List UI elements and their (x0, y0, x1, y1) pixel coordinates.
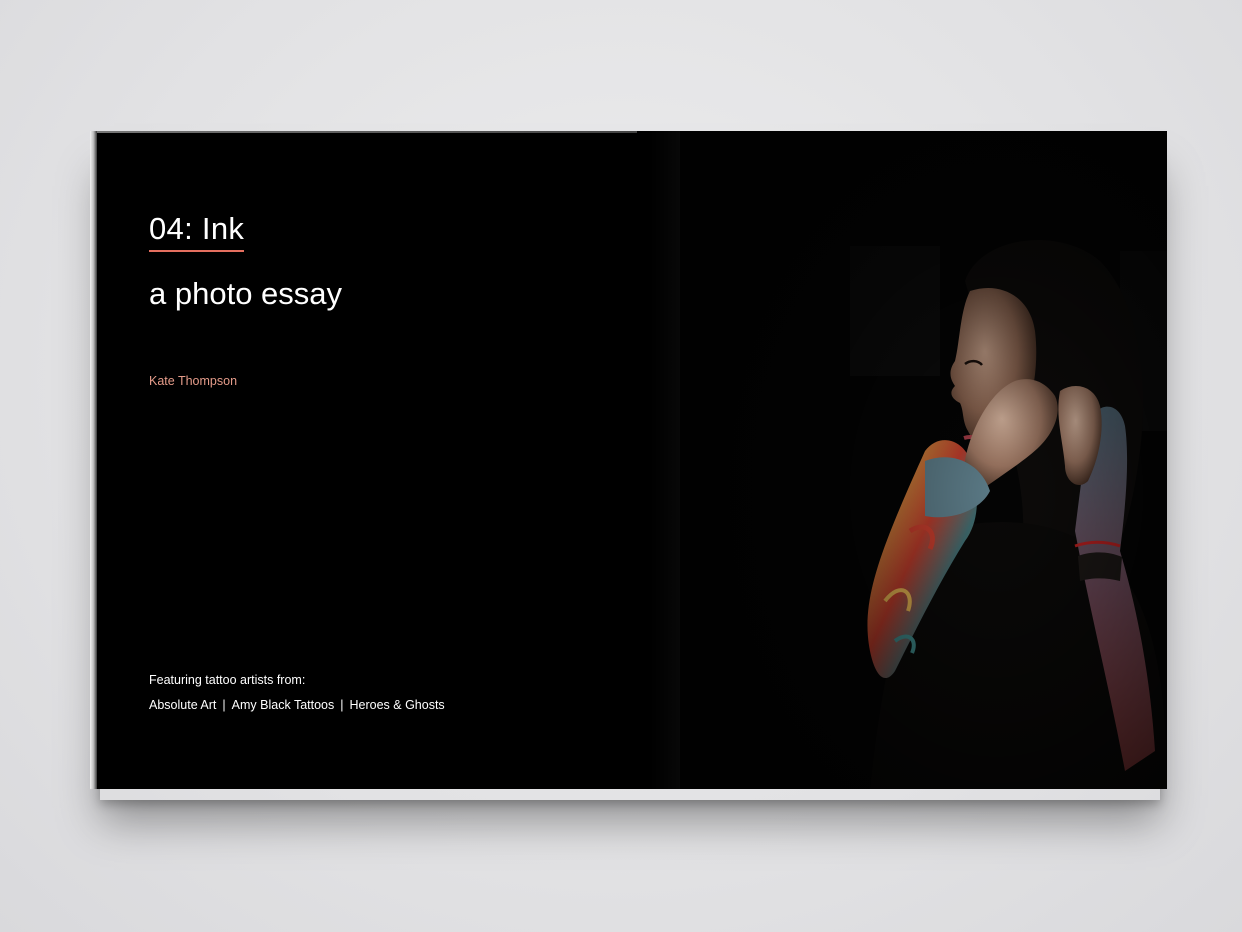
artist-separator: | (222, 698, 226, 712)
portrait-illustration (680, 131, 1167, 789)
magazine-spread: 04: Ink a photo essay Kate Thompson Feat… (90, 131, 1167, 789)
essay-subtitle: a photo essay (149, 276, 343, 311)
chapter-title: 04: Ink (149, 211, 245, 252)
artist-list: Absolute Art | Amy Black Tattoos | Heroes & … (149, 698, 445, 712)
left-page: 04: Ink a photo essay Kate Thompson Feat… (90, 131, 680, 789)
artist-name: Absolute Art (149, 698, 217, 712)
portrait-photo (680, 131, 1167, 789)
artist-name: Heroes & Ghosts (349, 698, 445, 712)
author-name: Kate Thompson (149, 374, 238, 388)
featuring-label: Featuring tattoo artists from: (149, 673, 306, 687)
artist-name: Amy Black Tattoos (231, 698, 335, 712)
artist-separator: | (340, 698, 344, 712)
